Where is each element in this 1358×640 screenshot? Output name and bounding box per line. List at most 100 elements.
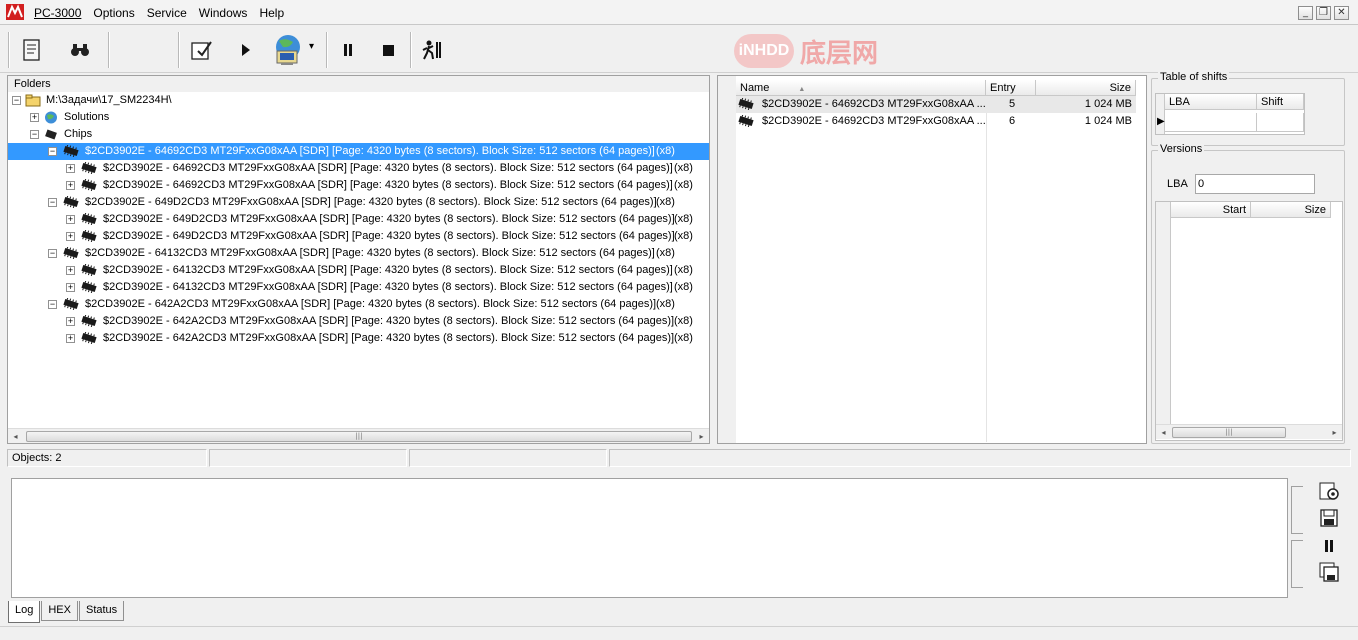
row-pointer-icon: ▶	[1157, 116, 1165, 127]
tree-item-count: (x8)	[674, 179, 693, 191]
col-entry[interactable]: Entry	[986, 80, 1036, 96]
entry-size: 1 024 MB	[1084, 115, 1132, 127]
tree-item-label: $2CD3902E - 64692CD3 MT29FxxG08xAA [SDR]…	[85, 145, 655, 157]
tree-chip-item[interactable]: + $2CD3902E - 649D2CD3 MT29FxxG08xAA [SDR…	[8, 228, 709, 245]
expand-icon[interactable]: +	[30, 112, 39, 122]
collapse-icon[interactable]: −	[48, 299, 57, 309]
binoculars-icon[interactable]	[62, 33, 98, 67]
tree-chip-group[interactable]: − $2CD3902E - 64132CD3 MT29FxxG08xAA [SDR…	[8, 245, 709, 262]
shifts-cell-lba[interactable]	[1165, 113, 1257, 132]
log-icon[interactable]	[14, 33, 50, 67]
log-settings-icon[interactable]	[1318, 480, 1340, 505]
versions-lba-input[interactable]	[1195, 174, 1315, 194]
shifts-cell-shift[interactable]	[1257, 113, 1304, 132]
shifts-col-lba[interactable]: LBA	[1165, 94, 1257, 110]
network-computer-icon[interactable]	[268, 33, 308, 67]
col-name[interactable]: Name ▲	[736, 80, 986, 96]
expand-icon[interactable]: +	[66, 231, 75, 241]
shifts-col-shift[interactable]: Shift	[1257, 94, 1304, 110]
tree-chips[interactable]: − Chips	[30, 126, 92, 143]
expand-icon[interactable]: +	[66, 214, 75, 224]
tree-item-label: $2CD3902E - 649D2CD3 MT29FxxG08xAA [SDR]…	[103, 230, 675, 242]
tree-chip-group[interactable]: − $2CD3902E - 64692CD3 MT29FxxG08xAA [SDR…	[8, 143, 709, 160]
menu-windows[interactable]: Windows	[193, 6, 254, 20]
versions-grid[interactable]: Start Size ◂ ||| ▸	[1155, 201, 1343, 441]
folders-header: Folders	[8, 76, 709, 92]
exit-icon[interactable]	[414, 33, 450, 67]
scroll-thumb[interactable]: |||	[26, 431, 692, 442]
expand-icon[interactable]: +	[66, 265, 75, 275]
network-dropdown-arrow[interactable]: ▾	[309, 41, 314, 52]
tree-chip-group[interactable]: − $2CD3902E - 649D2CD3 MT29FxxG08xAA [SDR…	[8, 194, 709, 211]
stop-icon[interactable]	[370, 33, 406, 67]
tree-root[interactable]: − M:\Задачи\17_SM2234H\	[12, 92, 172, 109]
expand-icon[interactable]: +	[66, 282, 75, 292]
menu-service[interactable]: Service	[141, 6, 193, 20]
tree-chip-group[interactable]: − $2CD3902E - 642A2CD3 MT29FxxG08xAA [SDR…	[8, 296, 709, 313]
versions-hscrollbar[interactable]: ◂ ||| ▸	[1156, 424, 1342, 439]
entries-panel: Name ▲ Entry Size $2CD3902E - 64692CD3 M…	[717, 75, 1147, 444]
versions-col-start[interactable]: Start	[1171, 202, 1251, 218]
tab-log[interactable]: Log	[8, 601, 41, 623]
task-icon[interactable]	[184, 33, 220, 67]
tree-chip-item[interactable]: + $2CD3902E - 64132CD3 MT29FxxG08xAA [SDR…	[8, 279, 709, 296]
shifts-grid[interactable]: LBA Shift ▶	[1155, 93, 1305, 135]
tree-item-label: $2CD3902E - 64132CD3 MT29FxxG08xAA [SDR]…	[103, 281, 673, 293]
collapse-icon[interactable]: −	[12, 95, 21, 105]
scroll-thumb[interactable]: |||	[1172, 427, 1286, 438]
save-icon[interactable]	[1320, 509, 1338, 530]
collapse-icon[interactable]: −	[48, 146, 57, 156]
menu-options[interactable]: Options	[87, 6, 140, 20]
log-pause-icon[interactable]	[1324, 540, 1334, 555]
scroll-left-icon[interactable]: ◂	[8, 429, 23, 444]
tree-solutions-label: Solutions	[64, 111, 110, 123]
folders-hscrollbar[interactable]: ◂ ||| ▸	[8, 428, 709, 443]
tree-item-label: $2CD3902E - 64132CD3 MT29FxxG08xAA [SDR]…	[85, 247, 655, 259]
scroll-left-icon[interactable]: ◂	[1156, 425, 1171, 440]
watermark: iNHDD 底层网	[734, 31, 894, 71]
window-bottom	[0, 626, 1358, 640]
tab-status[interactable]: Status	[78, 601, 125, 621]
tree-item-label: $2CD3902E - 64692CD3 MT29FxxG08xAA [SDR]…	[103, 162, 673, 174]
versions-group: Versions LBA Start Size ◂ ||| ▸	[1151, 143, 1345, 444]
tree-chip-item[interactable]: + $2CD3902E - 64692CD3 MT29FxxG08xAA [SDR…	[8, 177, 709, 194]
expand-icon[interactable]: +	[66, 333, 75, 343]
chip-icon	[738, 98, 754, 111]
play-icon[interactable]	[228, 33, 264, 67]
tree-chip-item[interactable]: + $2CD3902E - 64132CD3 MT29FxxG08xAA [SDR…	[8, 262, 709, 279]
chip-icon	[81, 281, 97, 294]
collapse-icon[interactable]: −	[30, 129, 39, 139]
col-size[interactable]: Size	[1036, 80, 1136, 96]
entry-row[interactable]: $2CD3902E - 64692CD3 MT29FxxG08xAA ... 5 1…	[736, 96, 1136, 113]
tree-chip-item[interactable]: + $2CD3902E - 642A2CD3 MT29FxxG08xAA [SDR…	[8, 330, 709, 347]
tree-chip-item[interactable]: + $2CD3902E - 649D2CD3 MT29FxxG08xAA [SDR…	[8, 211, 709, 228]
tree-chips-label: Chips	[64, 128, 93, 140]
save-as-icon[interactable]	[1319, 562, 1339, 585]
restore-button[interactable]: ❐	[1316, 6, 1331, 20]
collapse-icon[interactable]: −	[48, 197, 57, 207]
app-title: PC-3000	[34, 5, 82, 20]
tree-item-count: (x8)	[656, 145, 675, 157]
expand-icon[interactable]: +	[66, 180, 75, 190]
collapse-icon[interactable]: −	[48, 248, 57, 258]
toolbar-separator	[410, 32, 412, 68]
scroll-right-icon[interactable]: ▸	[1327, 425, 1342, 440]
close-button[interactable]: ✕	[1334, 6, 1349, 20]
pause-icon[interactable]	[330, 33, 366, 67]
tree-solutions[interactable]: + Solutions	[30, 109, 109, 126]
log-output[interactable]	[11, 478, 1288, 598]
watermark-text: 底层网	[800, 38, 879, 69]
tree-chip-item[interactable]: + $2CD3902E - 64692CD3 MT29FxxG08xAA [SDR…	[8, 160, 709, 177]
pc3000-logo-icon	[6, 4, 24, 20]
log-splitter	[1291, 486, 1303, 534]
minimize-button[interactable]: _	[1298, 6, 1313, 20]
expand-icon[interactable]: +	[66, 316, 75, 326]
menu-help[interactable]: Help	[253, 6, 290, 20]
expand-icon[interactable]: +	[66, 163, 75, 173]
scroll-right-icon[interactable]: ▸	[694, 429, 709, 444]
tree-chip-item[interactable]: + $2CD3902E - 642A2CD3 MT29FxxG08xAA [SDR…	[8, 313, 709, 330]
tab-hex[interactable]: HEX	[41, 601, 78, 621]
entry-row[interactable]: $2CD3902E - 64692CD3 MT29FxxG08xAA ... 6 1…	[736, 113, 1136, 130]
versions-col-size[interactable]: Size	[1251, 202, 1331, 218]
tree-item-label: $2CD3902E - 64132CD3 MT29FxxG08xAA [SDR]…	[103, 264, 673, 276]
